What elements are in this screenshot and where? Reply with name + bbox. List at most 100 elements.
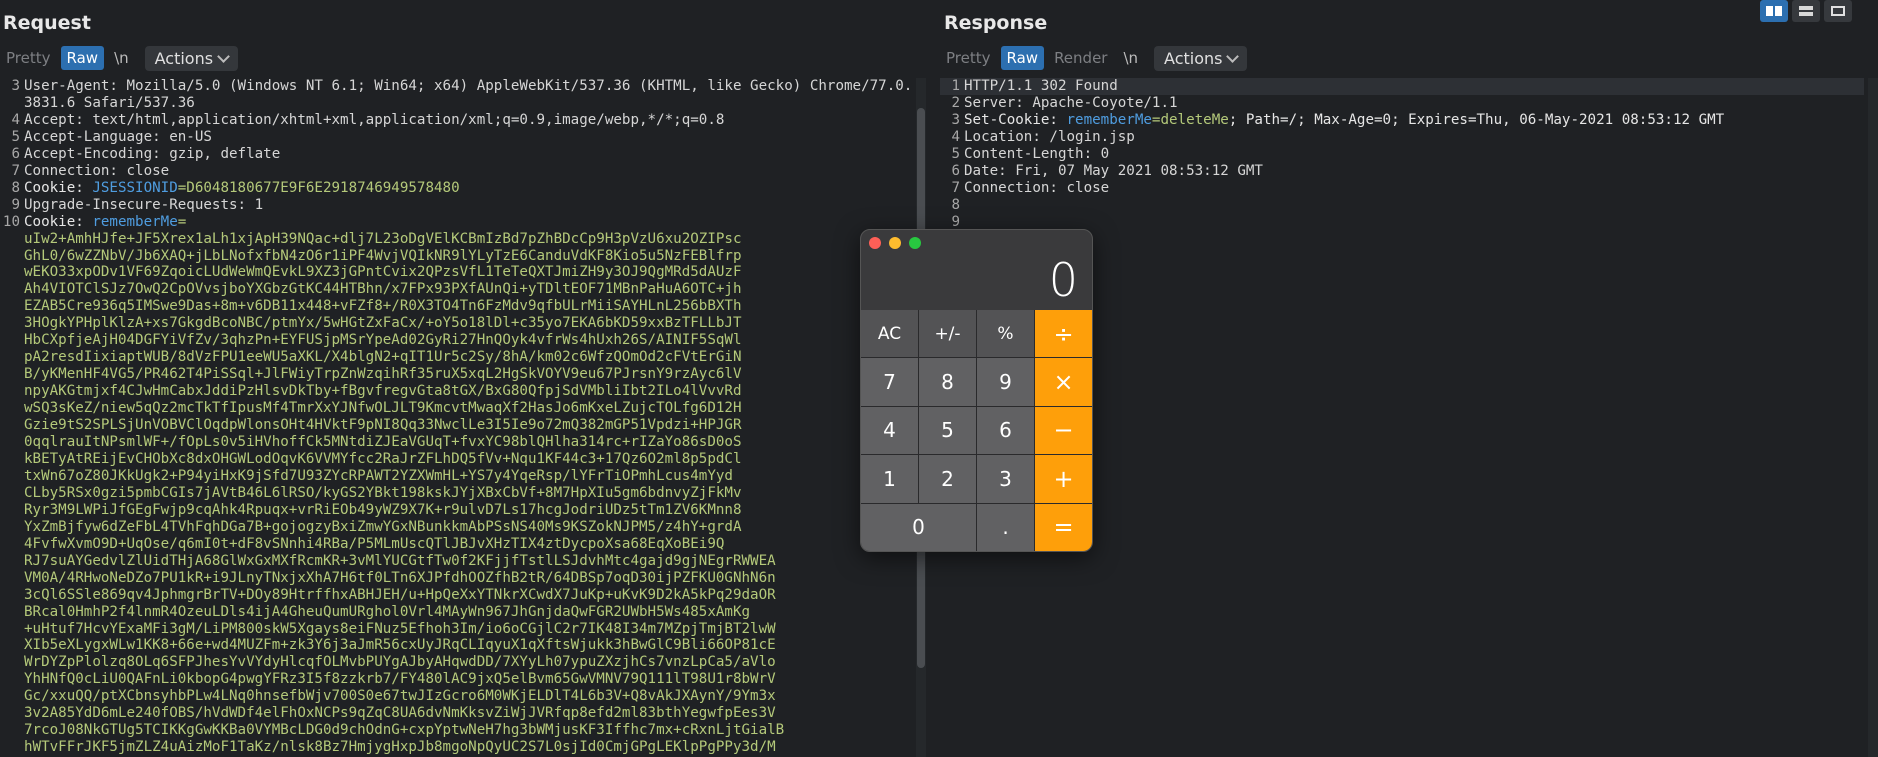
calc-key-subtract[interactable]: −: [1035, 406, 1092, 455]
line-number: [0, 688, 24, 705]
line-number: [0, 281, 24, 298]
cookie-name: rememberMe: [92, 213, 178, 230]
cookie-value: =: [177, 213, 187, 230]
line-content: Server: Apache-Coyote/1.1: [964, 94, 1178, 111]
request-cookie-blob-line: WrDYZpPlolzq8OLq6SFPJhesYvVYdyHlcqfOLMvb…: [0, 654, 916, 671]
cookie-value: XIb5eXLygxWLw1KK8+66e+wd4MUZFm+zk3Y6j3aJ…: [24, 637, 776, 654]
response-line: 3 Set-Cookie: rememberMe=deleteMe; Path=/…: [940, 112, 1864, 129]
calc-key-9[interactable]: 9: [977, 358, 1034, 406]
request-cookie-blob-line: wEKO33xpODv1VF69ZqoicLUdWeWmQEvkL9XZ3jGP…: [0, 264, 916, 281]
minimize-icon[interactable]: [889, 237, 901, 249]
request-cookie-blob-line: GhL0/6wZZNbV/Jb6XAQ+jLbLNofxfbN4zO6r1iPF…: [0, 248, 916, 265]
cookie-value: 4FvfwXvmO9D+UqOse/q6mI0t+dF8vSNnhi4RBa/P…: [24, 535, 725, 552]
response-actions-menu[interactable]: Actions: [1154, 45, 1248, 71]
cookie-value: pA2resdIixiaptWUB/8dVzFPU1eeWU5aXKL/X4bl…: [24, 349, 742, 366]
response-raw-tab[interactable]: Raw: [1000, 46, 1045, 70]
response-toolbar: Pretty Raw Render \n Actions: [940, 45, 1248, 71]
calc-key-1[interactable]: 1: [861, 455, 918, 503]
request-cookie-blob-line: YxZmBjfyw6dZeFbL4TVhFqhDGa7B+gojogzyBxiZ…: [0, 519, 916, 536]
cookie-value: +uHtuf7HcvYExaMFi3gM/LiPM800skW5Xgays8ei…: [24, 620, 776, 637]
request-cookie-blob-line: uIw2+AmhHJfe+JF5Xrex1aLh1xjApH39NQac+dlj…: [0, 231, 916, 248]
request-editor[interactable]: 3 User-Agent: Mozilla/5.0 (Windows NT 6.1…: [0, 78, 916, 757]
response-newline-toggle[interactable]: \n: [1117, 46, 1144, 70]
line-number: [0, 587, 24, 604]
zoom-icon[interactable]: [909, 237, 921, 249]
calc-key-8[interactable]: 8: [919, 358, 976, 406]
line-number: 6: [951, 162, 960, 179]
line-number: [0, 671, 24, 688]
calc-key-add[interactable]: +: [1035, 455, 1092, 503]
request-actions-label: Actions: [154, 48, 214, 68]
cookie-value: EZAB5Cre936q5IMSwe9Das+8m+v6DB11x448+vFZ…: [24, 298, 742, 315]
cookie-value: txWn67oZ80JKkUgk2+P94yiHxK9jSfd7U93ZYcRP…: [24, 467, 733, 484]
line-number: [0, 637, 24, 654]
cookie-value: =D6048180677E9F6E2918746949578480: [177, 179, 460, 196]
calc-key-equals[interactable]: =: [1035, 503, 1092, 551]
calc-key-sign[interactable]: +/-: [919, 310, 976, 358]
calc-key-5[interactable]: 5: [919, 406, 976, 455]
request-actions-menu[interactable]: Actions: [144, 45, 239, 71]
calc-key-multiply[interactable]: ×: [1035, 358, 1092, 406]
calc-key-divide[interactable]: ÷: [1035, 310, 1092, 358]
header-key: Set-Cookie:: [964, 111, 1067, 128]
request-raw-tab[interactable]: Raw: [60, 46, 105, 70]
request-line: 10 Cookie: rememberMe=: [0, 214, 916, 231]
request-cookie-blob-line: Gzie9tS2SPLSjUnVOBVClOqdpWlonsOHt4HVktF9…: [0, 417, 916, 434]
response-line: 2 Server: Apache-Coyote/1.1: [940, 95, 1864, 112]
response-line: 5 Content-Length: 0: [940, 146, 1864, 163]
calc-key-3[interactable]: 3: [977, 455, 1034, 503]
request-cookie-blob-line: Ryr3M9LWPiJfGEgFwjp9cqAhk4Rpuqx+vrRiEOb4…: [0, 502, 916, 519]
line-number: [0, 417, 24, 434]
calc-key-4[interactable]: 4: [861, 406, 918, 455]
line-content: Accept-Encoding: gzip, deflate: [24, 145, 281, 162]
response-line: 8: [940, 197, 1864, 214]
line-number: [0, 332, 24, 349]
calc-key-0[interactable]: 0: [861, 503, 976, 551]
header-rest: ; Path=/; Max-Age=0; Expires=Thu, 06-May…: [1228, 111, 1725, 128]
line-number: [0, 248, 24, 265]
request-cookie-blob-line: kBETyAtREijEvCHObXc8dxOHGWLodOqvK6VVMYfc…: [0, 451, 916, 468]
line-content: User-Agent: Mozilla/5.0 (Windows NT 6.1;…: [24, 78, 913, 111]
line-number: 1: [951, 78, 960, 94]
response-pretty-tab[interactable]: Pretty: [940, 46, 997, 70]
request-line: 4 Accept: text/html,application/xhtml+xml…: [0, 112, 916, 129]
line-number: 4: [11, 111, 20, 128]
line-number: [0, 705, 24, 722]
line-number: 7: [951, 179, 960, 196]
cookie-name: JSESSIONID: [92, 179, 178, 196]
calc-key-decimal[interactable]: .: [977, 503, 1034, 551]
calc-key-percent[interactable]: %: [977, 310, 1034, 358]
request-cookie-blob-line: RJ7suAYGedvlZlUidTHjA68GlWxGxMXfRcmKR+3v…: [0, 553, 916, 570]
line-content: Cookie: JSESSIONID=D6048180677E9F6E29187…: [24, 180, 460, 197]
request-cookie-blob-line: B/yKMenHF4VG5/PR462T4PiSSql+JlFWiyTrpZnW…: [0, 366, 916, 383]
calc-key-clear[interactable]: AC: [861, 310, 918, 358]
line-number: [0, 502, 24, 519]
calc-key-2[interactable]: 2: [919, 455, 976, 503]
line-number: [0, 536, 24, 553]
line-number: 8: [951, 196, 960, 213]
calc-key-6[interactable]: 6: [977, 406, 1034, 455]
line-number: 2: [951, 94, 960, 111]
request-newline-toggle[interactable]: \n: [108, 46, 135, 70]
line-number: [0, 519, 24, 536]
cookie-value: 3cQl6SSle869qv4JphmgrBrTV+DOy89HtrffhxAB…: [24, 586, 776, 603]
request-cookie-blob-line: 4FvfwXvmO9D+UqOse/q6mI0t+dF8vSNnhi4RBa/P…: [0, 536, 916, 553]
response-line: 1 HTTP/1.1 302 Found: [940, 78, 1864, 95]
request-pretty-tab[interactable]: Pretty: [0, 46, 57, 70]
line-number: [0, 349, 24, 366]
response-line: 4 Location: /login.jsp: [940, 129, 1864, 146]
response-scrollbar[interactable]: [1868, 78, 1878, 757]
line-number: [0, 264, 24, 281]
close-icon[interactable]: [869, 237, 881, 249]
response-render-tab[interactable]: Render: [1048, 46, 1113, 70]
request-cookie-blob-line: 7rcoJ08NkGTUg5TCIKKgGwKKBa0VYMBcLDG0d9ch…: [0, 722, 916, 739]
line-number: [0, 722, 24, 739]
cookie-value: 3v2A85YdD6mLe240fOBS/hVdWDf4elFhOxNCPs9q…: [24, 705, 776, 722]
request-cookie-blob-line: pA2resdIixiaptWUB/8dVzFPU1eeWU5aXKL/X4bl…: [0, 349, 916, 366]
request-toolbar: Pretty Raw \n Actions: [0, 45, 239, 71]
line-content: Accept-Language: en-US: [24, 128, 212, 145]
line-number: 6: [11, 145, 20, 162]
line-number: [0, 553, 24, 570]
calc-key-7[interactable]: 7: [861, 358, 918, 406]
cookie-value: WrDYZpPlolzq8OLq6SFPJhesYvVYdyHlcqfOLMvb…: [24, 654, 776, 671]
